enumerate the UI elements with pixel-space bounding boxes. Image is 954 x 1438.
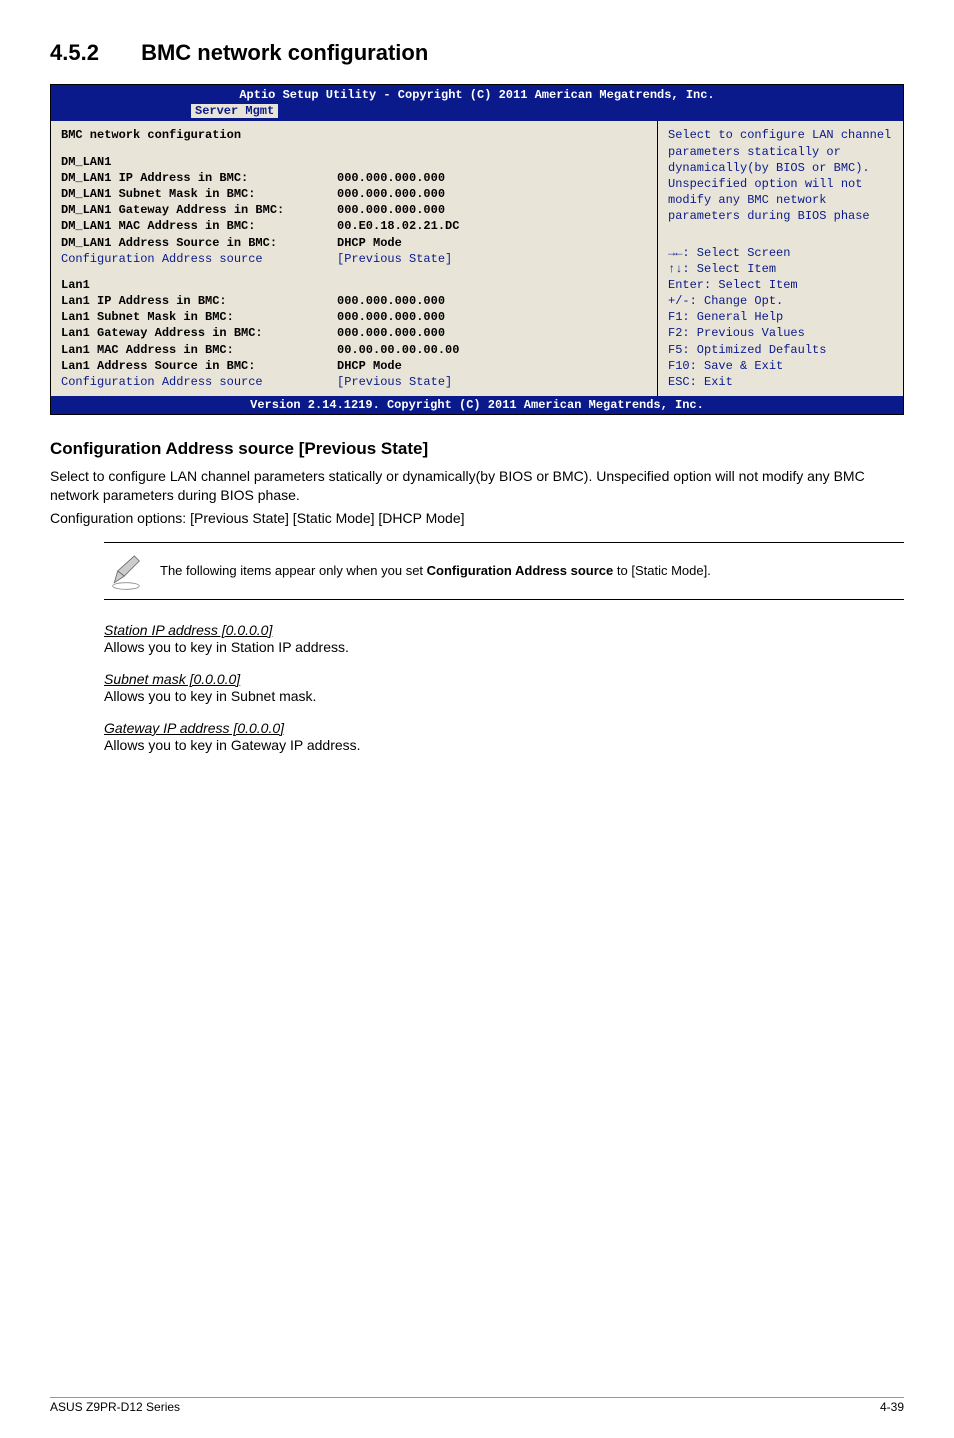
lan1-row-4-label: Lan1 Address Source in BMC: (61, 358, 337, 374)
lan1-row-3-value: 00.00.00.00.00.00 (337, 342, 459, 358)
lan1-row-0-value: 000.000.000.000 (337, 293, 445, 309)
dm-lan1-row-1: DM_LAN1 Subnet Mask in BMC:000.000.000.0… (61, 186, 647, 202)
note-text-bold: Configuration Address source (427, 563, 614, 578)
lan1-row-3-label: Lan1 MAC Address in BMC: (61, 342, 337, 358)
lan1-row-2-value: 000.000.000.000 (337, 325, 445, 341)
bios-key-hint-1: ↑↓: Select Item (668, 261, 893, 277)
note-block: The following items appear only when you… (104, 542, 904, 600)
bios-header: Aptio Setup Utility - Copyright (C) 2011… (51, 85, 903, 103)
dm-lan1-header: DM_LAN1 (61, 154, 647, 170)
bios-key-hint-8: ESC: Exit (668, 374, 893, 390)
bios-left-pane: BMC network configuration DM_LAN1 DM_LAN… (51, 121, 658, 396)
lan-config-row[interactable]: Configuration Address source [Previous S… (61, 374, 647, 390)
sub-item-body-2: Allows you to key in Gateway IP address. (104, 736, 904, 755)
bios-tab-server-mgmt[interactable]: Server Mgmt (191, 104, 278, 118)
lan1-row-3: Lan1 MAC Address in BMC:00.00.00.00.00.0… (61, 342, 647, 358)
dm-lan1-row-3: DM_LAN1 MAC Address in BMC:00.E0.18.02.2… (61, 218, 647, 234)
section-title: BMC network configuration (141, 40, 428, 65)
lan-config-value: [Previous State] (337, 374, 452, 390)
sub-item-body-1: Allows you to key in Subnet mask. (104, 687, 904, 706)
dm-lan1-row-2-value: 000.000.000.000 (337, 202, 445, 218)
bios-key-hint-5: F2: Previous Values (668, 325, 893, 341)
config-address-options: Configuration options: [Previous State] … (50, 509, 904, 528)
dm-lan1-row-3-label: DM_LAN1 MAC Address in BMC: (61, 218, 337, 234)
sub-item-head-1: Subnet mask [0.0.0.0] (104, 671, 240, 687)
bios-key-hint-4: F1: General Help (668, 309, 893, 325)
lan1-row-2: Lan1 Gateway Address in BMC:000.000.000.… (61, 325, 647, 341)
dm-lan1-row-3-value: 00.E0.18.02.21.DC (337, 218, 459, 234)
note-text-post: to [Static Mode]. (613, 563, 711, 578)
lan1-row-4-value: DHCP Mode (337, 358, 402, 374)
bios-key-hint-2: Enter: Select Item (668, 277, 893, 293)
lan-config-label: Configuration Address source (61, 374, 337, 390)
footer-right: 4-39 (880, 1400, 904, 1414)
bios-right-pane: Select to configure LAN channel paramete… (658, 121, 903, 396)
dm-config-value: [Previous State] (337, 251, 452, 267)
config-address-heading: Configuration Address source [Previous S… (50, 439, 904, 459)
lan1-row-1: Lan1 Subnet Mask in BMC:000.000.000.000 (61, 309, 647, 325)
section-heading: 4.5.2 BMC network configuration (50, 40, 904, 66)
dm-lan1-row-1-value: 000.000.000.000 (337, 186, 445, 202)
sub-item-head-2: Gateway IP address [0.0.0.0] (104, 720, 284, 736)
sub-item-head-0: Station IP address [0.0.0.0] (104, 622, 272, 638)
page-footer: ASUS Z9PR-D12 Series 4-39 (50, 1397, 904, 1414)
dm-config-row[interactable]: Configuration Address source [Previous S… (61, 251, 647, 267)
dm-lan1-row-2: DM_LAN1 Gateway Address in BMC:000.000.0… (61, 202, 647, 218)
lan1-row-0-label: Lan1 IP Address in BMC: (61, 293, 337, 309)
bios-tab-row: Server Mgmt (51, 103, 903, 121)
bios-body: BMC network configuration DM_LAN1 DM_LAN… (51, 121, 903, 396)
lan1-row-0: Lan1 IP Address in BMC:000.000.000.000 (61, 293, 647, 309)
pencil-icon (104, 549, 148, 593)
dm-lan1-row-1-label: DM_LAN1 Subnet Mask in BMC: (61, 186, 337, 202)
bios-key-hint-0: →←: Select Screen (668, 245, 893, 261)
lan1-row-1-label: Lan1 Subnet Mask in BMC: (61, 309, 337, 325)
dm-lan1-row-0: DM_LAN1 IP Address in BMC:000.000.000.00… (61, 170, 647, 186)
dm-lan1-row-4-value: DHCP Mode (337, 235, 402, 251)
config-address-desc: Select to configure LAN channel paramete… (50, 467, 904, 505)
sub-item-body-0: Allows you to key in Station IP address. (104, 638, 904, 657)
bios-footer: Version 2.14.1219. Copyright (C) 2011 Am… (51, 396, 903, 414)
lan1-row-1-value: 000.000.000.000 (337, 309, 445, 325)
bios-key-hint-6: F5: Optimized Defaults (668, 342, 893, 358)
lan1-row-4: Lan1 Address Source in BMC:DHCP Mode (61, 358, 647, 374)
dm-lan1-row-4-label: DM_LAN1 Address Source in BMC: (61, 235, 337, 251)
note-text-pre: The following items appear only when you… (160, 563, 427, 578)
dm-lan1-row-0-value: 000.000.000.000 (337, 170, 445, 186)
dm-lan1-row-2-label: DM_LAN1 Gateway Address in BMC: (61, 202, 337, 218)
lan1-header: Lan1 (61, 277, 647, 293)
footer-left: ASUS Z9PR-D12 Series (50, 1400, 180, 1414)
bios-key-hint-3: +/-: Change Opt. (668, 293, 893, 309)
lan1-row-2-label: Lan1 Gateway Address in BMC: (61, 325, 337, 341)
section-number: 4.5.2 (50, 40, 99, 66)
bios-help-text: Select to configure LAN channel paramete… (668, 127, 893, 224)
note-text: The following items appear only when you… (160, 562, 711, 580)
dm-config-label: Configuration Address source (61, 251, 337, 267)
dm-lan1-row-4: DM_LAN1 Address Source in BMC:DHCP Mode (61, 235, 647, 251)
bios-screenshot: Aptio Setup Utility - Copyright (C) 2011… (50, 84, 904, 415)
bios-page-title: BMC network configuration (61, 127, 647, 143)
bios-key-hint-7: F10: Save & Exit (668, 358, 893, 374)
dm-lan1-row-0-label: DM_LAN1 IP Address in BMC: (61, 170, 337, 186)
